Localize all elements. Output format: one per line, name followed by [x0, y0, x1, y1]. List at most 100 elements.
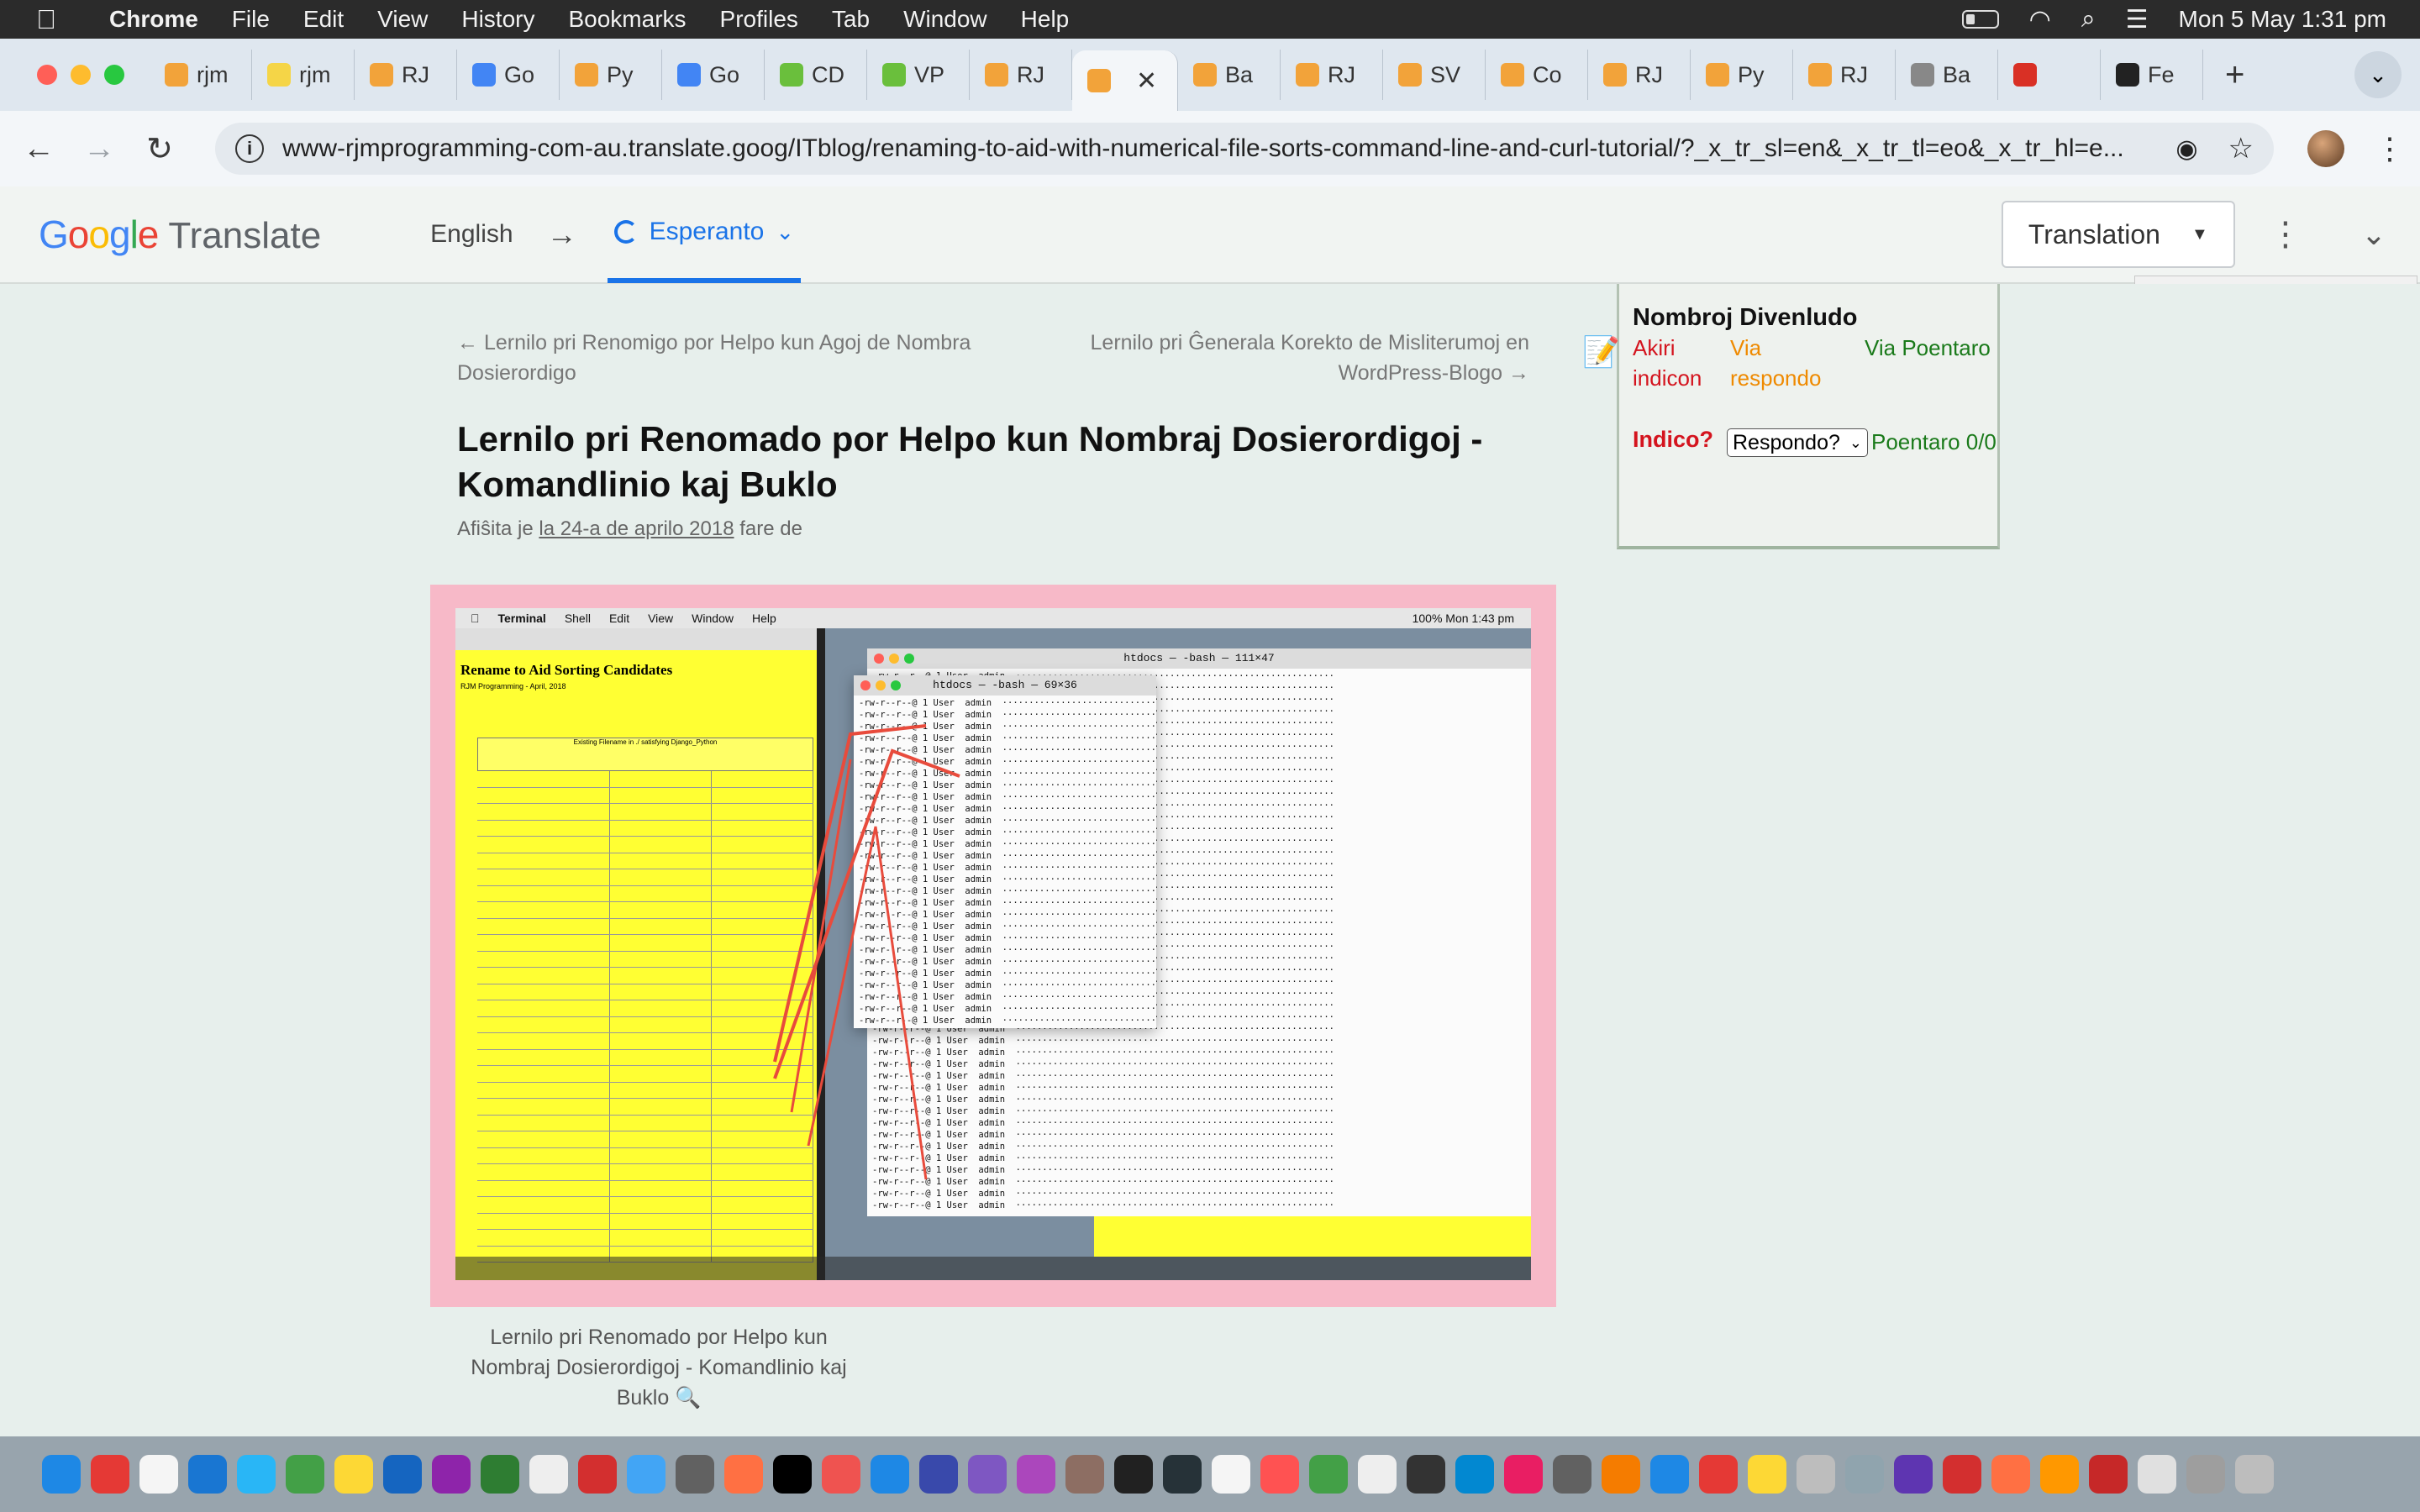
minimize-window-button[interactable] [71, 65, 91, 85]
answer-select[interactable]: Respondo? ⌄ [1727, 428, 1868, 457]
dock-app-icon[interactable] [1991, 1455, 2030, 1494]
dock-app-icon[interactable] [1017, 1455, 1055, 1494]
next-post-link[interactable]: Lernilo pri Ĝenerala Korekto de Misliter… [995, 328, 1529, 388]
dock-app-icon[interactable] [2138, 1455, 2176, 1494]
browser-tab[interactable]: RJ [355, 50, 457, 100]
browser-tab[interactable]: Py [560, 50, 662, 100]
zoom-window-button[interactable] [104, 65, 124, 85]
previous-post-link[interactable]: ← Lernilo pri Renomigo por Helpo kun Ago… [457, 328, 995, 388]
source-language[interactable]: English [430, 220, 513, 249]
browser-tab[interactable]: CD [765, 50, 867, 100]
browser-tab[interactable]: RJ [1281, 50, 1383, 100]
dock-app-icon[interactable] [1309, 1455, 1348, 1494]
dock-app-icon[interactable] [91, 1455, 129, 1494]
wifi-icon[interactable]: ◠ [2029, 5, 2051, 34]
browser-tab[interactable]: Ba [1896, 50, 1998, 100]
dock-app-icon[interactable] [773, 1455, 812, 1494]
browser-tab[interactable]: Co [1486, 50, 1588, 100]
browser-tab[interactable]: rjm [252, 50, 355, 100]
browser-tab[interactable]: RJ [1588, 50, 1691, 100]
dock-app-icon[interactable] [1504, 1455, 1543, 1494]
dock-app-icon[interactable] [676, 1455, 714, 1494]
browser-tab[interactable]: RJ [970, 50, 1072, 100]
browser-tab[interactable]: rjm [150, 50, 252, 100]
dock-app-icon[interactable] [871, 1455, 909, 1494]
dock-app-icon[interactable] [383, 1455, 422, 1494]
dock-app-icon[interactable] [1602, 1455, 1640, 1494]
address-bar[interactable]: i www-rjmprogramming-com-au.translate.go… [215, 123, 2274, 175]
browser-tab[interactable]: Py [1691, 50, 1793, 100]
dock-app-icon[interactable] [1699, 1455, 1738, 1494]
dock-app-icon[interactable] [1650, 1455, 1689, 1494]
menu-view[interactable]: View [360, 6, 445, 33]
dock-app-icon[interactable] [1407, 1455, 1445, 1494]
dock-app-icon[interactable] [968, 1455, 1007, 1494]
collapse-translate-bar-icon[interactable]: ⌄ [2361, 217, 2386, 252]
browser-tab[interactable]: Go [457, 50, 560, 100]
browser-tab[interactable] [1998, 50, 2101, 100]
site-info-icon[interactable]: i [235, 134, 264, 163]
menu-history[interactable]: History [445, 6, 551, 33]
url-text[interactable]: www-rjmprogramming-com-au.translate.goog… [282, 134, 2159, 163]
browser-tab[interactable]: Ba [1178, 50, 1281, 100]
menu-clock[interactable]: Mon 5 May 1:31 pm [2179, 6, 2386, 33]
profile-avatar[interactable] [2307, 130, 2344, 167]
dock-app-icon[interactable] [1114, 1455, 1153, 1494]
dock-app-icon[interactable] [1748, 1455, 1786, 1494]
reload-icon[interactable]: ↻ [129, 130, 190, 168]
menu-bookmarks[interactable]: Bookmarks [551, 6, 702, 33]
dock-app-icon[interactable] [1212, 1455, 1250, 1494]
dock-app-icon[interactable] [481, 1455, 519, 1494]
dock-app-icon[interactable] [578, 1455, 617, 1494]
dock-app-icon[interactable] [1260, 1455, 1299, 1494]
menu-tab[interactable]: Tab [815, 6, 886, 33]
browser-tab[interactable]: SV [1383, 50, 1486, 100]
dock-app-icon[interactable] [627, 1455, 666, 1494]
battery-icon[interactable] [1961, 10, 1999, 29]
search-icon[interactable]: ⌕ [2081, 5, 2096, 34]
menu-window[interactable]: Window [886, 6, 1004, 33]
menu-profiles[interactable]: Profiles [703, 6, 815, 33]
dock-app-icon[interactable] [2089, 1455, 2128, 1494]
chrome-menu-icon[interactable]: ⋮ [2375, 131, 2405, 166]
article-screenshot-image[interactable]:  Terminal Shell Edit View Window Help 1… [455, 608, 1531, 1280]
dock-app-icon[interactable] [1553, 1455, 1591, 1494]
dock-app-icon[interactable] [1358, 1455, 1397, 1494]
target-language-tab[interactable]: Esperanto ⌄ [607, 186, 802, 283]
dock-app-icon[interactable] [2235, 1455, 2274, 1494]
dock-app-icon[interactable] [2040, 1455, 2079, 1494]
close-window-button[interactable] [37, 65, 57, 85]
dock-app-icon[interactable] [1943, 1455, 1981, 1494]
dock-app-icon[interactable] [1797, 1455, 1835, 1494]
menu-help[interactable]: Help [1004, 6, 1086, 33]
browser-tab[interactable]: RJ [1793, 50, 1896, 100]
dock-app-icon[interactable] [822, 1455, 860, 1494]
dock-app-icon[interactable] [334, 1455, 373, 1494]
close-tab-icon[interactable]: ✕ [1136, 66, 1157, 96]
dock-app-icon[interactable] [1163, 1455, 1202, 1494]
forward-icon[interactable]: → [69, 131, 129, 167]
dock-app-icon[interactable] [1845, 1455, 1884, 1494]
tracking-protection-icon[interactable]: ◉ [2175, 134, 2197, 164]
browser-tab-active[interactable]: ✕ [1072, 50, 1178, 111]
tab-search-button[interactable]: ⌄ [2354, 51, 2402, 98]
menu-file[interactable]: File [215, 6, 287, 33]
article-image-frame[interactable]:  Terminal Shell Edit View Window Help 1… [430, 585, 1556, 1307]
dock-app-icon[interactable] [1065, 1455, 1104, 1494]
translate-more-options-icon[interactable]: ⋮ [2269, 215, 2302, 254]
dock-app-icon[interactable] [42, 1455, 81, 1494]
menu-app-name[interactable]: Chrome [92, 6, 215, 33]
browser-tab[interactable]: VP [867, 50, 970, 100]
dock-app-icon[interactable] [188, 1455, 227, 1494]
back-icon[interactable]: ← [8, 131, 69, 167]
browser-tab[interactable]: Go [662, 50, 765, 100]
your-answer-link[interactable]: Via respondo [1730, 333, 1848, 393]
dock-app-icon[interactable] [529, 1455, 568, 1494]
dock-app-icon[interactable] [237, 1455, 276, 1494]
dock-app-icon[interactable] [286, 1455, 324, 1494]
translation-mode-select[interactable]: Translation ▼ [2001, 201, 2235, 268]
browser-tab[interactable]: Fe [2101, 50, 2203, 100]
dock-app-icon[interactable] [139, 1455, 178, 1494]
control-center-icon[interactable]: ☰ [2126, 5, 2149, 34]
menu-edit[interactable]: Edit [287, 6, 360, 33]
